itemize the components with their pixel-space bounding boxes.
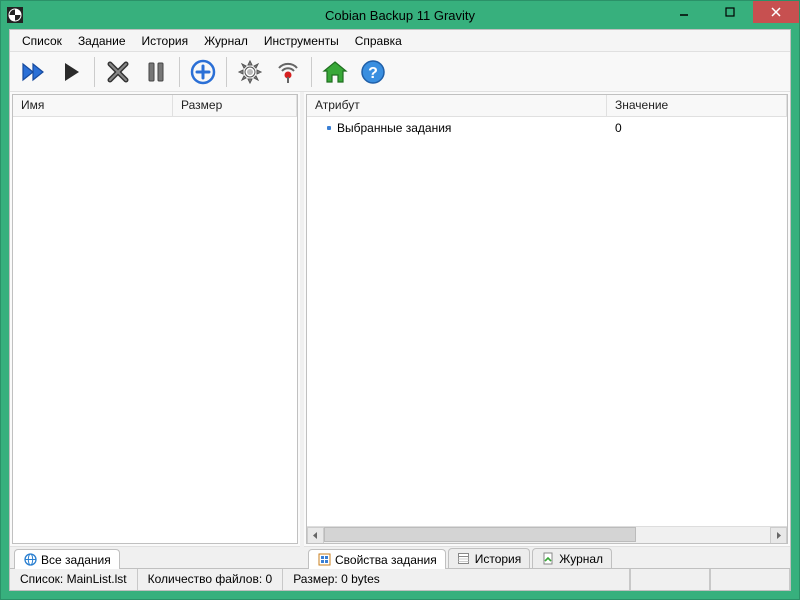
content-split: Имя Размер Все задания: [10, 92, 790, 568]
tab-log[interactable]: Журнал: [532, 548, 612, 568]
scroll-track[interactable]: [324, 527, 770, 544]
menu-history[interactable]: История: [134, 32, 197, 50]
run-button[interactable]: [54, 55, 88, 89]
status-file-count: Количество файлов: 0: [138, 569, 284, 590]
scroll-thumb[interactable]: [324, 527, 636, 542]
menu-tools[interactable]: Инструменты: [256, 32, 347, 50]
tab-label: История: [475, 552, 522, 566]
menu-task[interactable]: Задание: [70, 32, 134, 50]
run-all-button[interactable]: [16, 55, 50, 89]
toolbar-separator: [94, 57, 95, 87]
scroll-left-button[interactable]: [307, 527, 324, 544]
log-icon: [541, 552, 555, 566]
status-box-1: [630, 569, 710, 590]
status-size: Размер: 0 bytes: [283, 569, 630, 590]
app-window: Cobian Backup 11 Gravity Список Задание …: [0, 0, 800, 600]
properties-body[interactable]: Выбранные задания 0: [307, 117, 787, 526]
close-button[interactable]: [753, 1, 799, 23]
toolbar-separator: [311, 57, 312, 87]
task-list-headers: Имя Размер: [13, 95, 297, 117]
properties-headers: Атрибут Значение: [307, 95, 787, 117]
tab-all-tasks[interactable]: Все задания: [14, 549, 120, 569]
tab-label: Журнал: [559, 552, 603, 566]
home-button[interactable]: [318, 55, 352, 89]
properties-icon: [317, 553, 331, 567]
tree-bullet-icon: [327, 126, 331, 130]
pause-button[interactable]: [139, 55, 173, 89]
tree-cell-val: 0: [615, 121, 775, 135]
statusbar: Список: MainList.lst Количество файлов: …: [10, 568, 790, 590]
titlebar[interactable]: Cobian Backup 11 Gravity: [1, 1, 799, 29]
left-pane: Имя Размер Все задания: [10, 92, 300, 568]
tab-label: Свойства задания: [335, 553, 437, 567]
tab-label: Все задания: [41, 553, 111, 567]
menu-list[interactable]: Список: [14, 32, 70, 50]
tab-task-properties[interactable]: Свойства задания: [308, 549, 446, 569]
col-value[interactable]: Значение: [607, 95, 787, 116]
right-tabstrip: Свойства задания История Журнал: [304, 546, 790, 568]
right-pane: Атрибут Значение Выбранные задания 0: [304, 92, 790, 568]
task-list-body[interactable]: [13, 117, 297, 543]
horizontal-scrollbar[interactable]: [307, 526, 787, 543]
status-box-2: [710, 569, 790, 590]
tree-cell-attr: Выбранные задания: [337, 121, 609, 135]
scroll-right-button[interactable]: [770, 527, 787, 544]
add-task-button[interactable]: [186, 55, 220, 89]
window-buttons: [661, 1, 799, 23]
globe-icon: [23, 553, 37, 567]
maximize-button[interactable]: [707, 1, 753, 23]
menu-help[interactable]: Справка: [347, 32, 410, 50]
left-tabstrip: Все задания: [10, 546, 300, 568]
tab-history[interactable]: История: [448, 548, 531, 568]
client-area: Список Задание История Журнал Инструмент…: [9, 29, 791, 591]
toolbar-separator: [179, 57, 180, 87]
svg-text:?: ?: [368, 65, 378, 82]
toolbar-separator: [226, 57, 227, 87]
col-attribute[interactable]: Атрибут: [307, 95, 607, 116]
col-size[interactable]: Размер: [173, 95, 297, 116]
remote-button[interactable]: [271, 55, 305, 89]
col-name[interactable]: Имя: [13, 95, 173, 116]
stop-button[interactable]: [101, 55, 135, 89]
app-icon: [7, 7, 23, 23]
minimize-button[interactable]: [661, 1, 707, 23]
toolbar: ?: [10, 52, 790, 92]
settings-button[interactable]: [233, 55, 267, 89]
help-button[interactable]: ?: [356, 55, 390, 89]
menu-log[interactable]: Журнал: [196, 32, 256, 50]
history-icon: [457, 552, 471, 566]
status-list: Список: MainList.lst: [10, 569, 138, 590]
tree-row[interactable]: Выбранные задания 0: [309, 119, 785, 137]
menubar: Список Задание История Журнал Инструмент…: [10, 30, 790, 52]
task-list-panel: Имя Размер: [12, 94, 298, 544]
properties-panel: Атрибут Значение Выбранные задания 0: [306, 94, 788, 544]
